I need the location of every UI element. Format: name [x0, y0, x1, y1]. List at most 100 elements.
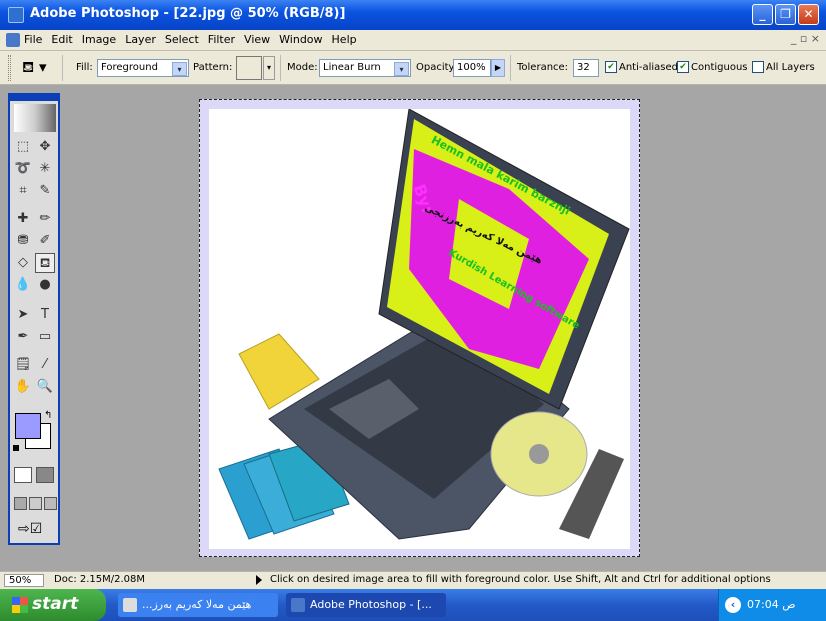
- taskbar: start ...هێمن مەلا كەریم بەرز Adobe Phot…: [0, 589, 826, 621]
- jump-to-imageready-icon[interactable]: ⇨☑: [18, 521, 42, 537]
- foreground-color-swatch[interactable]: [15, 413, 41, 439]
- healing-brush-tool-icon[interactable]: ✚: [13, 209, 33, 229]
- windows-logo-icon: [12, 597, 28, 613]
- brush-tool-icon[interactable]: ✏: [35, 209, 55, 229]
- window-title: Adobe Photoshop - [22.jpg @ 50% (RGB/8)]: [30, 6, 346, 21]
- separator: [62, 55, 63, 81]
- zoom-tool-icon[interactable]: 🔍: [35, 377, 55, 397]
- status-menu-arrow-icon[interactable]: [256, 575, 262, 585]
- word-icon: [123, 598, 137, 612]
- fill-select-value: Foreground: [101, 62, 158, 73]
- swap-colors-icon[interactable]: ↰: [44, 410, 52, 421]
- path-selection-tool-icon[interactable]: ➤: [13, 305, 33, 325]
- menu-window[interactable]: Window: [279, 33, 322, 46]
- restore-icon: ❐: [780, 7, 791, 21]
- rectangle-tool-icon[interactable]: ▭: [35, 327, 55, 347]
- system-tray: ‹ 07:04 ص: [718, 589, 826, 621]
- tolerance-input[interactable]: 32: [573, 59, 599, 77]
- menu-view[interactable]: View: [244, 33, 270, 46]
- start-label: start: [32, 594, 79, 614]
- pattern-picker[interactable]: [236, 56, 262, 80]
- standard-screen-mode-icon[interactable]: [14, 497, 27, 510]
- options-bar: ⛾ ▾ Fill: Foreground ▾ Pattern: ▾ Mode: …: [0, 51, 826, 85]
- pen-tool-icon[interactable]: ✒: [13, 327, 33, 347]
- type-tool-icon[interactable]: T: [35, 305, 55, 325]
- taskbar-item-photoshop[interactable]: Adobe Photoshop - [...: [286, 593, 446, 617]
- chevron-down-icon: ▾: [172, 62, 187, 76]
- move-tool-icon[interactable]: ✥: [35, 137, 55, 157]
- close-button[interactable]: ✕: [798, 4, 819, 25]
- full-screen-mode-icon[interactable]: [44, 497, 57, 510]
- fill-label: Fill:: [76, 62, 93, 73]
- full-screen-menu-mode-icon[interactable]: [29, 497, 42, 510]
- hand-tool-icon[interactable]: ✋: [13, 377, 33, 397]
- minimize-icon: _: [759, 7, 766, 21]
- menu-filter[interactable]: Filter: [208, 33, 235, 46]
- history-brush-tool-icon[interactable]: ✐: [35, 231, 55, 251]
- anti-aliased-checkbox[interactable]: ✔: [605, 61, 617, 73]
- menu-file[interactable]: File: [24, 33, 42, 46]
- pattern-label: Pattern:: [193, 62, 233, 73]
- mode-label: Mode:: [287, 62, 318, 73]
- eraser-tool-icon[interactable]: ◇: [13, 253, 33, 273]
- opacity-input[interactable]: 100%: [453, 59, 491, 77]
- close-icon: ✕: [803, 7, 814, 21]
- all-layers-label: All Layers: [766, 62, 815, 73]
- zoom-level-field[interactable]: 50%: [4, 574, 44, 587]
- fill-select[interactable]: Foreground ▾: [97, 59, 189, 77]
- lasso-tool-icon[interactable]: ➰: [13, 159, 33, 179]
- mode-select-value: Linear Burn: [323, 62, 381, 73]
- dodge-tool-icon[interactable]: ●: [35, 275, 55, 295]
- menu-items: File Edit Image Layer Select Filter View…: [24, 33, 357, 46]
- paint-bucket-preset-icon[interactable]: ⛾ ▾: [22, 58, 52, 78]
- menu-image[interactable]: Image: [82, 33, 116, 46]
- slice-tool-icon[interactable]: ✎: [35, 181, 55, 201]
- taskbar-item-label: ...هێمن مەلا كەریم بەرز: [142, 598, 252, 611]
- doc-size-info[interactable]: Doc: 2.15M/2.08M: [54, 574, 145, 585]
- laptop-image: [218, 108, 630, 540]
- blur-tool-icon[interactable]: 💧: [13, 275, 33, 295]
- taskbar-item-word-document[interactable]: ...هێمن مەلا كەریم بەرز: [118, 593, 278, 617]
- paint-bucket-tool-icon[interactable]: ⛾: [35, 253, 55, 273]
- crop-tool-icon[interactable]: ⌗: [13, 181, 33, 201]
- menu-edit[interactable]: Edit: [51, 33, 72, 46]
- status-message: Click on desired image area to fill with…: [270, 574, 771, 585]
- tolerance-label: Tolerance:: [517, 62, 569, 73]
- clock[interactable]: 07:04 ص: [747, 598, 796, 611]
- standard-mode-icon[interactable]: [14, 467, 32, 483]
- minimize-button[interactable]: _: [752, 4, 773, 25]
- quick-mask-mode-icon[interactable]: [36, 467, 54, 483]
- toolbox-title-bar[interactable]: [10, 95, 58, 101]
- title-bar[interactable]: Adobe Photoshop - [22.jpg @ 50% (RGB/8)]…: [0, 0, 826, 30]
- menu-select[interactable]: Select: [165, 33, 199, 46]
- contiguous-checkbox[interactable]: ✔: [677, 61, 689, 73]
- photoshop-feather-logo[interactable]: [14, 104, 56, 132]
- mode-select[interactable]: Linear Burn ▾: [319, 59, 411, 77]
- photoshop-icon: [291, 598, 305, 612]
- magic-wand-tool-icon[interactable]: ✳: [35, 159, 55, 179]
- separator: [510, 55, 511, 81]
- status-bar: 50% Doc: 2.15M/2.08M Click on desired im…: [0, 571, 826, 589]
- menu-help[interactable]: Help: [332, 33, 357, 46]
- clone-stamp-tool-icon[interactable]: ⛃: [13, 231, 33, 251]
- opacity-label: Opacity:: [416, 62, 458, 73]
- restore-button[interactable]: ❐: [775, 4, 796, 25]
- document-window-controls[interactable]: _ ▫ ×: [791, 32, 820, 45]
- default-colors-icon[interactable]: [13, 445, 19, 451]
- pattern-dropdown-icon[interactable]: ▾: [263, 56, 275, 80]
- options-grip[interactable]: [8, 55, 11, 81]
- start-button[interactable]: start: [0, 589, 106, 621]
- all-layers-checkbox[interactable]: [752, 61, 764, 73]
- language-bar-icon[interactable]: ‹: [725, 597, 741, 613]
- opacity-slider-arrow-icon[interactable]: ▶: [491, 59, 505, 77]
- anti-aliased-label: Anti-aliased: [619, 62, 679, 73]
- contiguous-label: Contiguous: [691, 62, 748, 73]
- document-image[interactable]: Hemn mala karim barznji By: هێمن مەلا كە…: [209, 108, 630, 549]
- marquee-tool-icon[interactable]: ⬚: [13, 137, 33, 157]
- document-icon[interactable]: [6, 33, 20, 47]
- separator: [280, 55, 281, 81]
- menu-layer[interactable]: Layer: [125, 33, 156, 46]
- eyedropper-tool-icon[interactable]: ⁄: [35, 355, 55, 375]
- photoshop-app-icon[interactable]: [8, 7, 24, 23]
- notes-tool-icon[interactable]: 🗒: [13, 355, 33, 375]
